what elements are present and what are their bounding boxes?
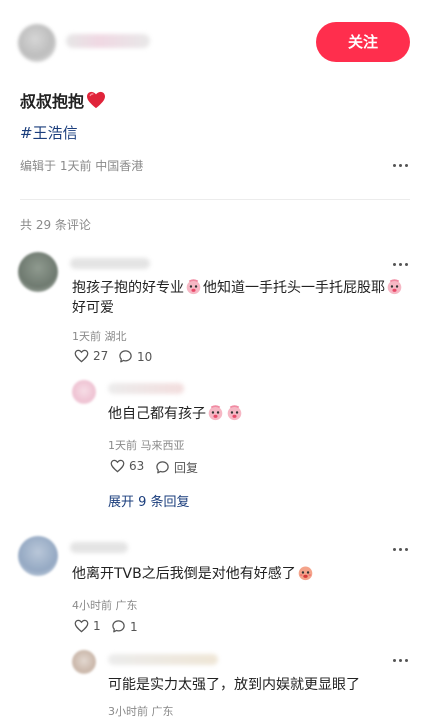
heart-icon — [87, 91, 106, 109]
comment-text: 抱孩子抱的好专业 他知道一手托头一手托屁股耶好可爱 — [72, 278, 410, 318]
comment-text-part: 好可爱 — [72, 300, 114, 316]
comment-more-icon[interactable] — [393, 262, 409, 268]
comment-text-part: 他离开TVB之后我倒是对他有好感了 — [72, 566, 296, 582]
reply-text-part: 他自己都有孩子 — [108, 406, 206, 422]
emoji-icon — [297, 564, 314, 581]
reply-text: 可能是实力太强了，放到内娱就更显眼了 — [108, 677, 360, 693]
reply-avatar[interactable] — [72, 650, 96, 674]
divider — [20, 199, 410, 200]
like-icon — [110, 459, 125, 473]
comment-avatar[interactable] — [18, 536, 58, 576]
expand-replies-button[interactable]: 展开 9 条回复 — [108, 491, 190, 510]
post-more-icon[interactable] — [393, 163, 409, 169]
author-name[interactable] — [66, 34, 150, 48]
emoji-icon — [386, 278, 403, 295]
reply-label: 回复 — [174, 461, 199, 475]
comment-author-name[interactable] — [70, 542, 128, 553]
like-count: 1 — [93, 619, 101, 633]
like-count: 63 — [129, 459, 145, 473]
post-header: 关注 — [0, 0, 426, 78]
reply-author-name[interactable] — [108, 654, 218, 665]
emoji-icon — [185, 278, 202, 295]
comment-text: 他离开TVB之后我倒是对他有好感了 — [72, 564, 315, 584]
comment-avatar[interactable] — [18, 252, 58, 292]
post-topic-tag[interactable]: #王浩信 — [20, 122, 78, 143]
follow-button[interactable]: 关注 — [316, 22, 410, 62]
reply-meta: 1天前 马来西亚 — [108, 439, 185, 452]
reply-count-button[interactable]: 1 — [111, 619, 138, 634]
emoji-icon — [207, 404, 224, 421]
reply-button[interactable]: 回复 — [155, 459, 198, 476]
reply-count: 1 — [130, 619, 138, 634]
comment-text-part: 抱孩子抱的好专业 — [72, 280, 184, 296]
comment-meta: 1天前 湖北 — [72, 330, 127, 343]
comment-text-part: 他知道一手托头一手托屁股耶 — [203, 280, 385, 296]
comment-icon — [119, 350, 132, 363]
like-button[interactable]: 27 — [74, 349, 108, 363]
reply-meta: 3小时前 广东 — [108, 705, 174, 718]
reply-more-icon[interactable] — [393, 658, 409, 664]
reply-count-button[interactable]: 10 — [118, 349, 152, 364]
comment-meta: 4小时前 广东 — [72, 599, 138, 612]
like-icon — [74, 619, 89, 633]
comment-count: 共 29 条评论 — [20, 218, 91, 232]
reply-like-button[interactable]: 63 — [110, 459, 144, 473]
post-title-text: 叔叔抱抱 — [20, 92, 85, 111]
like-count: 27 — [93, 349, 109, 363]
emoji-icon — [226, 404, 243, 421]
comment-author-name[interactable] — [70, 258, 150, 269]
post-title: 叔叔抱抱 — [20, 88, 106, 112]
comment-more-icon[interactable] — [393, 547, 409, 553]
reply-text: 他自己都有孩子 — [108, 404, 244, 424]
reply-count: 10 — [137, 349, 153, 364]
reply-avatar[interactable] — [72, 380, 96, 404]
author-avatar[interactable] — [18, 24, 56, 62]
like-icon — [74, 349, 89, 363]
comment-icon — [156, 461, 169, 474]
comment-icon — [112, 620, 125, 633]
like-button[interactable]: 1 — [74, 619, 101, 633]
post-meta: 编辑于 1天前 中国香港 — [20, 159, 144, 173]
reply-author-name[interactable] — [108, 383, 184, 394]
